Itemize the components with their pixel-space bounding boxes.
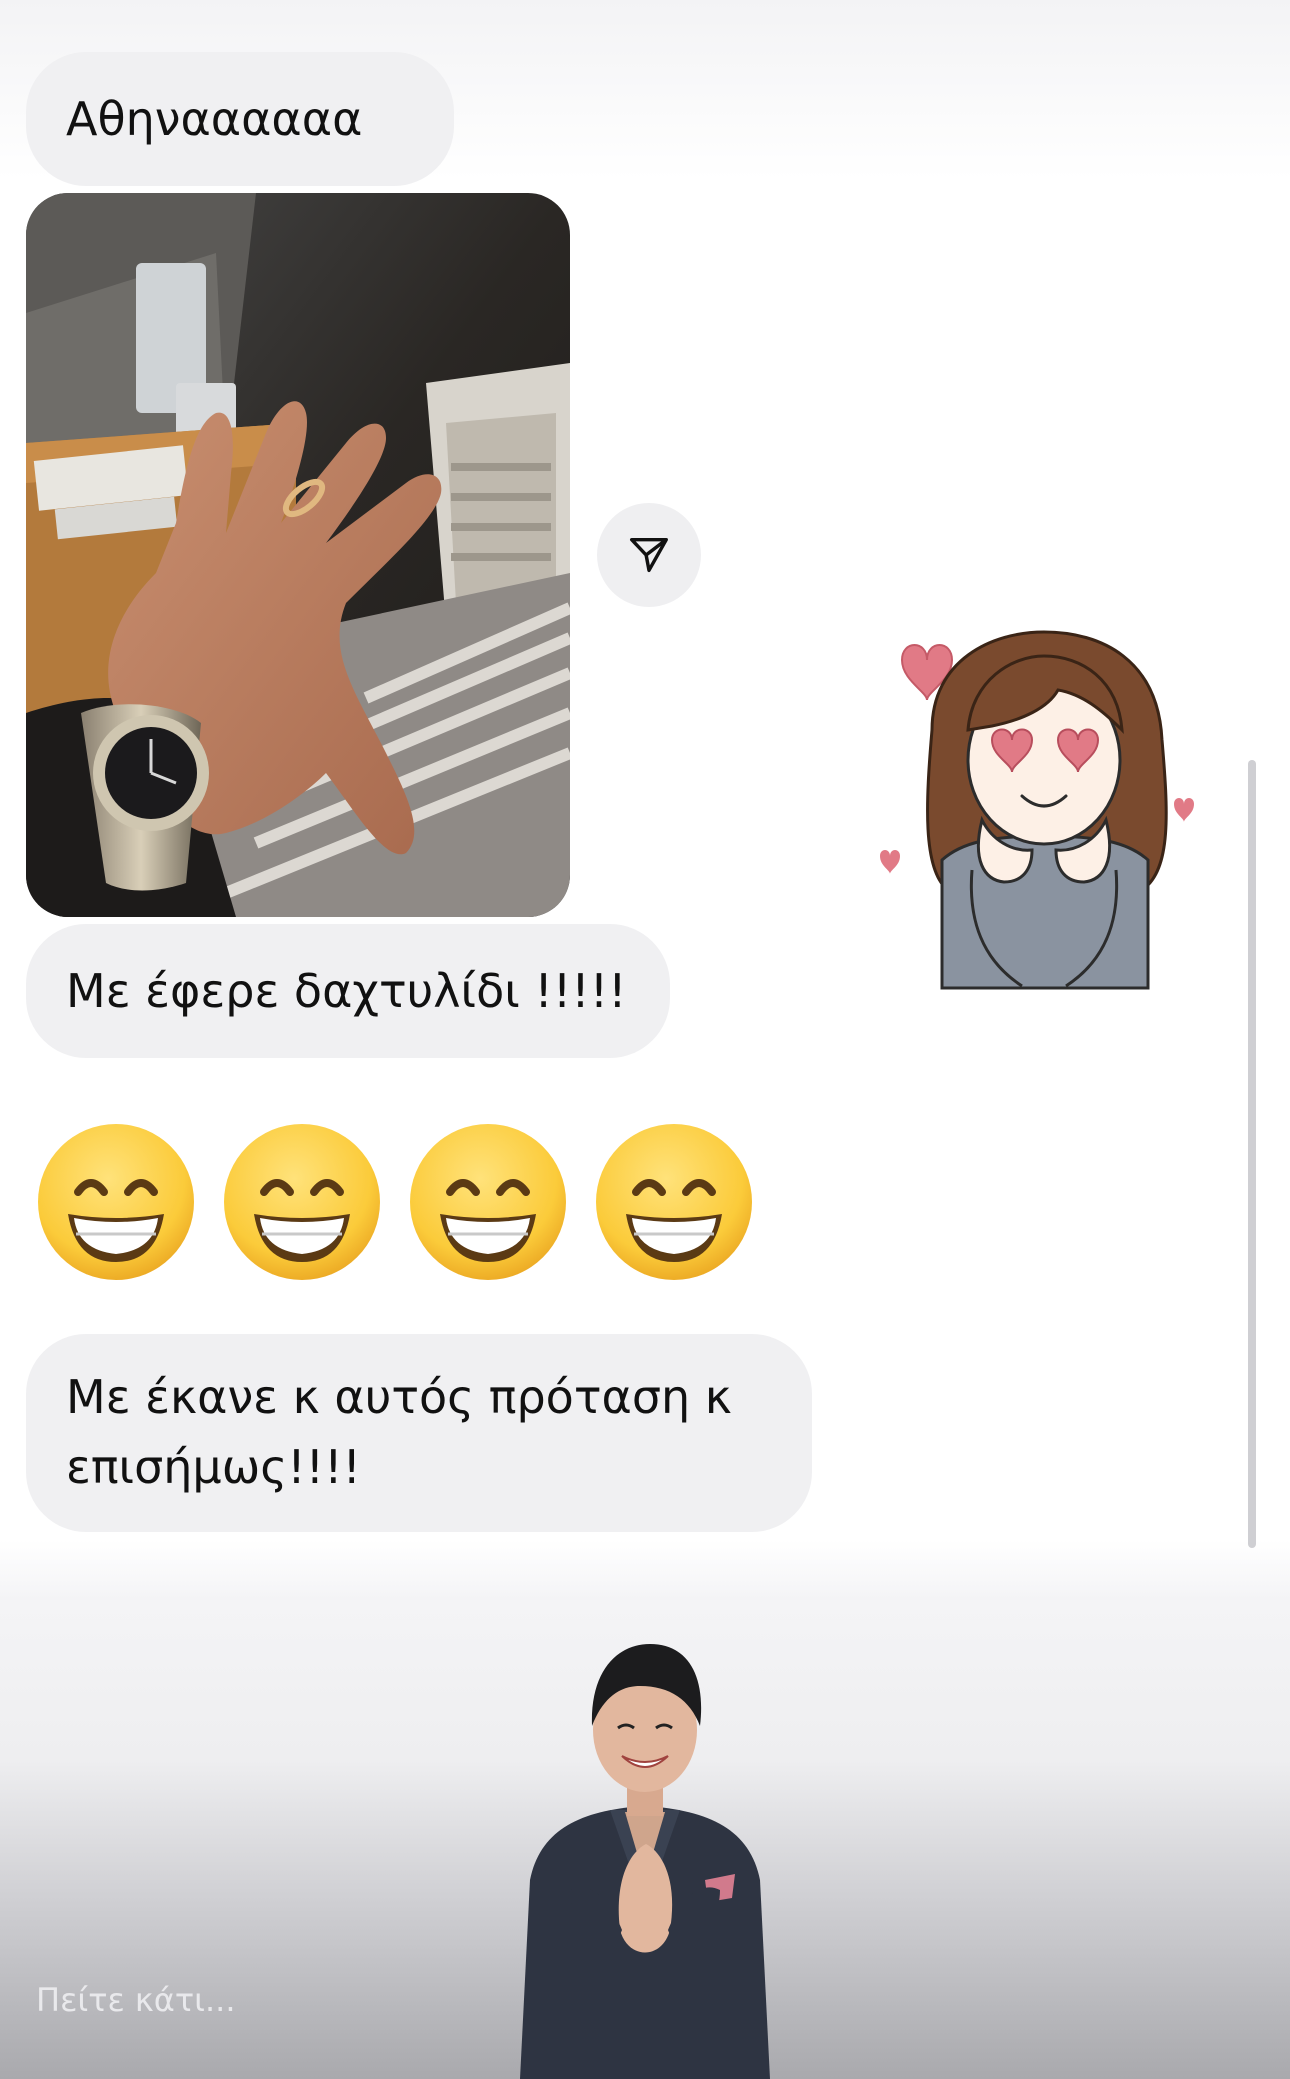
message-bubble[interactable]: Με έφερε δαχτυλίδι !!!!!: [26, 924, 670, 1058]
applauding-woman-overlay: [510, 1630, 780, 2079]
message-text: Με έφερε δαχτυλίδι !!!!!: [66, 964, 627, 1018]
message-bubble[interactable]: Με έκανε κ αυτός πρόταση κ επισήμως!!!!: [26, 1334, 812, 1532]
shared-photo[interactable]: [26, 193, 570, 917]
grinning-face-with-smiling-eyes-icon: [38, 1124, 194, 1280]
share-button[interactable]: [597, 503, 701, 607]
grinning-face-with-smiling-eyes-icon: [224, 1124, 380, 1280]
reply-input[interactable]: Πείτε κάτι...: [36, 1970, 235, 2030]
emoji-message[interactable]: [26, 1118, 766, 1286]
message-text: Με έκανε κ αυτός πρόταση κ επισήμως!!!!: [66, 1370, 732, 1494]
grinning-face-with-smiling-eyes-icon: [596, 1124, 752, 1280]
reply-placeholder: Πείτε κάτι...: [36, 1981, 236, 2019]
chat-screen: Αθηναααααα .... Με έφερε δαχτυλίδι !!!!!…: [0, 0, 1290, 2079]
message-bubble[interactable]: Αθηναααααα ....: [26, 52, 454, 216]
scrollbar[interactable]: [1248, 760, 1256, 1548]
paper-plane-icon: [630, 537, 668, 573]
sticker-illustration: [880, 630, 1194, 990]
girl-heart-eyes-sticker: [872, 620, 1208, 1000]
hand-with-ring-photo: [26, 193, 570, 917]
presenter-illustration: [520, 1644, 770, 2079]
grinning-face-with-smiling-eyes-icon: [410, 1124, 566, 1280]
